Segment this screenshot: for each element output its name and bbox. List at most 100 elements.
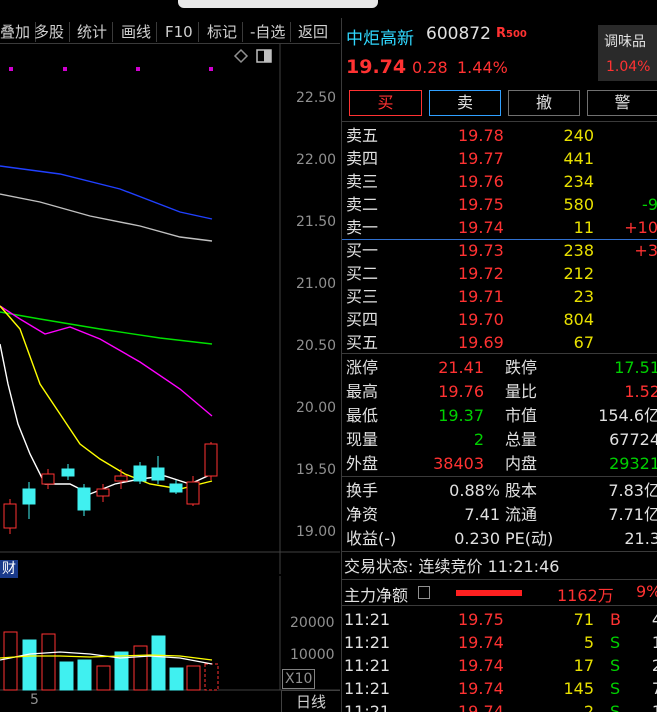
tick-price: 19.74 (458, 702, 504, 712)
candlestick-chart[interactable] (0, 44, 340, 574)
price-tick: 19.00 (296, 524, 337, 540)
stat-row: 换手 0.88% 股本 7.83亿 (342, 479, 657, 502)
multi-stock-button[interactable]: 多股 (34, 22, 71, 42)
volume-bar (133, 645, 148, 691)
tick-row: 11:21 19.74 2 S 1 (342, 700, 657, 712)
volume-bars (3, 631, 219, 691)
level-label: 卖四 (346, 149, 379, 168)
list-icon[interactable] (418, 586, 430, 599)
stat-label: 涨停 (346, 358, 379, 377)
stat-label: PE(动) (505, 529, 554, 548)
remove-watchlist-button[interactable]: -自选 (250, 22, 292, 42)
stat-row: 最高 19.76 量比 1.52 (342, 380, 657, 403)
f10-button[interactable]: F10 (165, 22, 199, 42)
stat-value: 21.41 (438, 358, 484, 377)
tick-count: 1 (651, 702, 657, 712)
stat-value: 67724 (609, 430, 657, 449)
chart-toolbar: 叠加 多股 统计 画线 F10 标记 -自选 返回 (0, 0, 340, 44)
cancel-order-button[interactable]: 撤 (508, 90, 580, 116)
main-flow-pct: 9% (636, 582, 657, 601)
ma-line-yellow (0, 305, 213, 490)
tick-volume: 5 (583, 633, 594, 652)
stat-value: 29321 (609, 454, 657, 473)
draw-line-button[interactable]: 画线 (121, 22, 158, 42)
statistics-button[interactable]: 统计 (77, 22, 114, 42)
price-tick: 22.50 (296, 90, 337, 106)
back-button[interactable]: 返回 (298, 22, 333, 42)
level-volume: 67 (573, 333, 594, 352)
divider (342, 605, 657, 606)
marker-dots (9, 67, 213, 71)
level-change: -9 (642, 195, 657, 214)
bid-row: 买一 19.73 238 +3 (342, 239, 657, 262)
level-volume: 234 (563, 172, 594, 191)
sector-box[interactable]: 调味品 1.04% (598, 25, 657, 81)
price-tick: 21.00 (296, 276, 337, 292)
level-price: 19.71 (458, 287, 504, 306)
diamond-icon[interactable] (233, 48, 249, 64)
candle-body (151, 467, 165, 481)
stat-label: 最低 (346, 406, 379, 425)
stat-label: 最高 (346, 382, 379, 401)
current-price: 19.74 (346, 56, 407, 78)
stat-label: 总量 (505, 430, 538, 449)
level-change: +10 (624, 218, 657, 237)
level-label: 卖二 (346, 195, 379, 214)
main-flow-row: 主力净额 1162万 9% (342, 581, 657, 605)
level-price: 19.73 (458, 241, 504, 260)
volume-unit-label[interactable]: X10 (282, 669, 316, 689)
stat-label: 市值 (505, 406, 538, 425)
tick-time: 11:21 (344, 702, 391, 712)
level-label: 卖五 (346, 126, 379, 145)
stat-row: 现量 2 总量 67724 (342, 428, 657, 451)
stock-code: 600872 (426, 24, 491, 44)
panel-toggle-icon[interactable] (256, 49, 272, 63)
marker-dot (136, 67, 140, 71)
stat-value: 38403 (433, 454, 484, 473)
stat-label: 收益(-) (346, 529, 397, 548)
stat-value: 0.230 (454, 529, 500, 548)
tick-row: 11:21 19.74 145 S 7 (342, 677, 657, 700)
volume-bar (151, 635, 166, 691)
price-change: 0.28 (412, 58, 448, 77)
stat-row: 收益(-) 0.230 PE(动) 21.3 (342, 527, 657, 550)
candle-body (169, 483, 183, 493)
mark-button[interactable]: 标记 (207, 22, 244, 42)
tick-time: 11:21 (344, 633, 391, 652)
tick-side: S (610, 702, 621, 712)
level-volume: 238 (563, 241, 594, 260)
volume-bar (22, 639, 37, 691)
stat-value: 19.37 (438, 406, 484, 425)
ask-row: 卖一 19.74 11 +10 (342, 216, 657, 239)
marker-dot (63, 67, 67, 71)
stat-row: 净资 7.41 流通 7.71亿 (342, 503, 657, 526)
tick-row: 11:21 19.75 71 B 4 (342, 608, 657, 631)
level-volume: 212 (563, 264, 594, 283)
alert-button[interactable]: 警 (587, 90, 657, 116)
main-flow-bar (456, 590, 522, 596)
tick-count: 4 (651, 610, 657, 629)
volume-bar (77, 659, 92, 691)
overlay-button[interactable]: 叠加 (0, 22, 37, 42)
price-tick: 20.00 (296, 400, 337, 416)
tick-side: S (610, 679, 621, 698)
tick-side: S (610, 633, 621, 652)
level-label: 买五 (346, 333, 379, 352)
ma-line-gray (0, 193, 213, 242)
buy-button[interactable]: 买 (349, 90, 422, 116)
margin-tag: R500 (496, 26, 527, 41)
period-tab-daily[interactable]: 日线 (281, 690, 340, 712)
level-volume: 11 (573, 218, 594, 237)
level-price: 19.70 (458, 310, 504, 329)
stat-label: 流通 (505, 505, 538, 524)
tick-count: 7 (651, 679, 657, 698)
ask-row: 卖三 19.76 234 (342, 170, 657, 193)
volume-bar (59, 661, 74, 691)
level-price: 19.72 (458, 264, 504, 283)
divider (342, 476, 657, 477)
volume-bar (41, 633, 56, 691)
volume-bar (96, 665, 111, 691)
sell-button[interactable]: 卖 (429, 90, 501, 116)
ma-line-blue (0, 165, 213, 220)
candle-body (114, 475, 128, 482)
